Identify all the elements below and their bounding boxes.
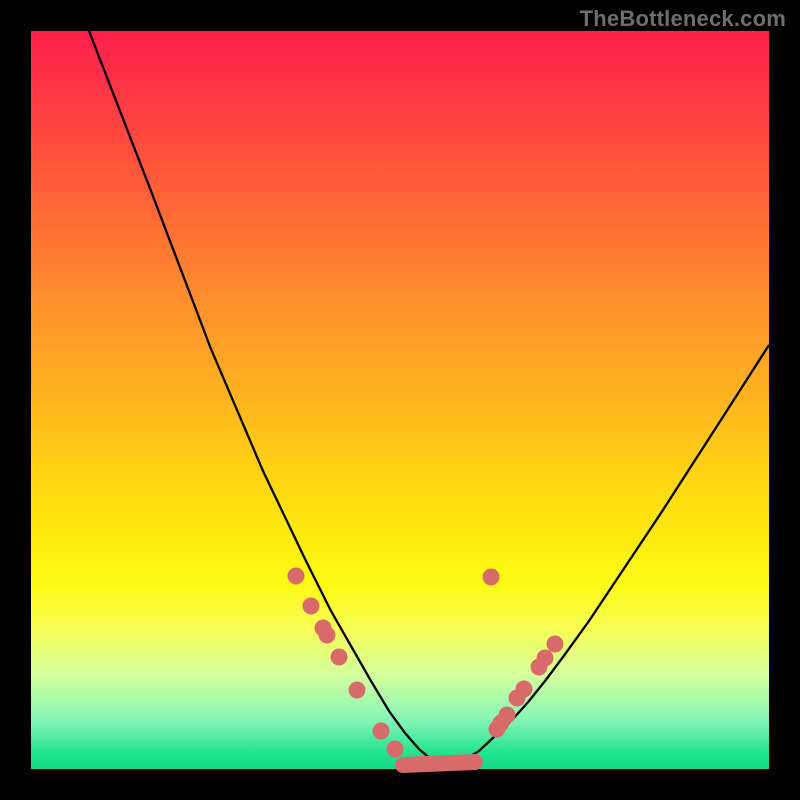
chart-area [31,31,769,769]
data-marker [288,568,305,585]
data-markers [288,568,564,758]
data-marker [303,598,320,615]
watermark-text: TheBottleneck.com [580,6,786,32]
data-marker [499,707,516,724]
bottleneck-plot [31,31,769,769]
data-marker [331,649,348,666]
data-marker [516,681,533,698]
data-marker [537,650,554,667]
data-marker [483,569,500,586]
trough-markers [403,762,475,765]
data-marker [387,741,404,758]
data-marker [319,627,336,644]
data-marker [349,682,366,699]
data-marker [547,636,564,653]
bottleneck-curve [89,31,769,766]
data-marker [373,723,390,740]
